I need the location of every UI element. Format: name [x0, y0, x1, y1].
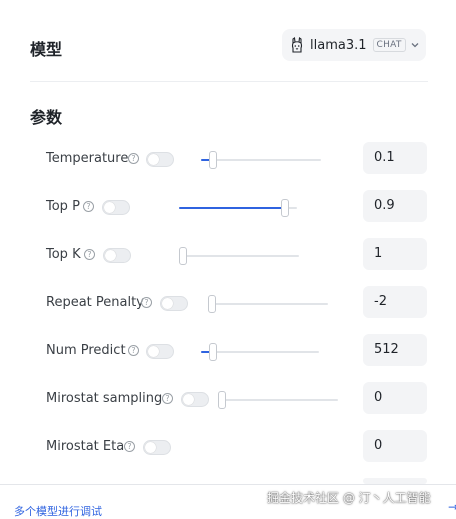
param-value-input[interactable]: -2	[363, 286, 427, 318]
param-row-num-predict: Num Predict ? 512	[0, 334, 456, 368]
help-icon[interactable]: ?	[84, 249, 95, 260]
param-label: Mirostat sampling	[46, 391, 163, 406]
param-toggle[interactable]	[146, 152, 174, 167]
param-toggle[interactable]	[181, 392, 209, 407]
param-toggle[interactable]	[146, 344, 174, 359]
multi-model-debug-link[interactable]: 多个模型进行调试	[14, 503, 102, 519]
param-label: Repeat Penalty	[46, 295, 144, 310]
param-value-input[interactable]: 0.9	[363, 190, 427, 222]
watermark: 掘金技术社区 @ 汀丶人工智能	[267, 491, 431, 505]
arrow-right-icon[interactable]: →	[448, 500, 456, 514]
slider-handle[interactable]	[209, 343, 217, 361]
param-row-temperature: Temperature ? 0.1	[0, 142, 456, 176]
slider-handle[interactable]	[208, 295, 216, 313]
param-row-top-p: Top P ? 0.9	[0, 190, 456, 224]
help-icon[interactable]: ?	[128, 345, 139, 356]
param-toggle[interactable]	[143, 440, 171, 455]
model-section-title: 模型	[30, 40, 63, 59]
param-row-repeat-penalty: Repeat Penalty ? -2	[0, 286, 456, 320]
slider-handle[interactable]	[209, 151, 217, 169]
model-type-badge: CHAT	[372, 38, 406, 52]
param-value-input[interactable]: 512	[363, 334, 427, 366]
model-settings-panel: 模型 llama3.1 CHAT 参数 Temperature ? 0.1 To…	[0, 0, 456, 519]
param-label: Mirostat Eta	[46, 439, 125, 454]
slider-fill	[179, 207, 285, 209]
param-slider[interactable]	[208, 295, 328, 313]
slider-handle[interactable]	[179, 247, 187, 265]
param-label: Top K	[46, 247, 81, 262]
param-value-input[interactable]: 0	[363, 430, 427, 462]
param-toggle[interactable]	[102, 200, 130, 215]
param-slider[interactable]	[201, 151, 321, 169]
help-icon[interactable]: ?	[141, 297, 152, 308]
slider-handle[interactable]	[281, 199, 289, 217]
help-icon[interactable]: ?	[162, 393, 173, 404]
param-toggle[interactable]	[160, 296, 188, 311]
param-value-input[interactable]: 1	[363, 238, 427, 270]
help-icon[interactable]: ?	[128, 153, 139, 164]
param-row-top-k: Top K ? 1	[0, 238, 456, 272]
chevron-down-icon	[411, 43, 419, 48]
model-select-dropdown[interactable]: llama3.1 CHAT	[282, 29, 426, 61]
param-toggle[interactable]	[103, 248, 131, 263]
param-label: Temperature	[46, 151, 129, 166]
help-icon[interactable]: ?	[124, 441, 135, 452]
param-value-input[interactable]: 0	[363, 382, 427, 414]
param-slider[interactable]	[218, 391, 338, 409]
params-section-title: 参数	[30, 108, 63, 127]
param-slider[interactable]	[179, 247, 299, 265]
param-slider[interactable]	[179, 199, 297, 217]
param-row-mirostat-eta: Mirostat Eta ? 0	[0, 430, 456, 464]
param-label: Top P	[46, 199, 80, 214]
slider-handle[interactable]	[218, 391, 226, 409]
section-divider	[30, 81, 428, 82]
param-label: Num Predict	[46, 343, 126, 358]
param-slider[interactable]	[201, 343, 319, 361]
param-row-mirostat-sampling: Mirostat sampling ? 0	[0, 382, 456, 416]
model-name: llama3.1	[310, 37, 367, 53]
help-icon[interactable]: ?	[83, 201, 94, 212]
param-value-input[interactable]: 0.1	[363, 142, 427, 174]
llama-icon	[291, 37, 303, 53]
